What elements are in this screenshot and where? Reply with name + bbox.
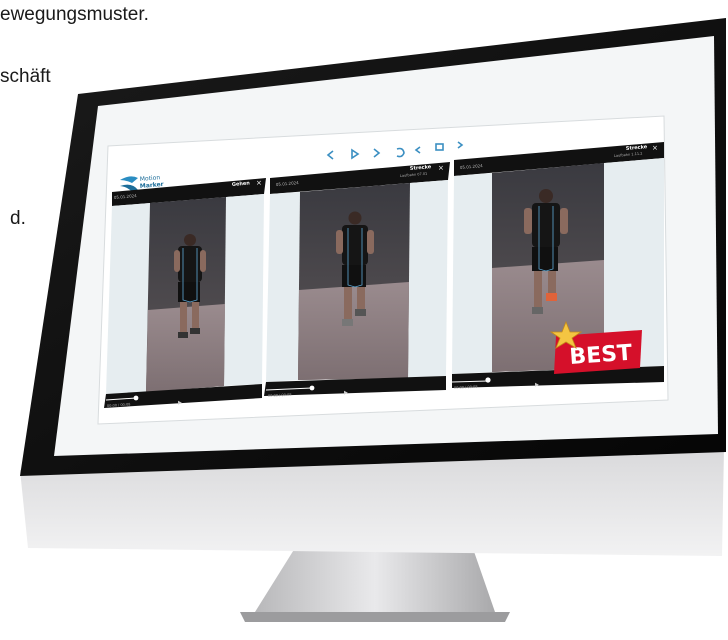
scrubber-handle[interactable] <box>309 385 315 391</box>
imac-mockup: Motion Marker 05.01.2024 Gehen × ▶ 00:00 <box>0 0 728 640</box>
close-icon[interactable]: × <box>256 179 262 187</box>
scrubber-handle[interactable] <box>133 395 139 401</box>
best-badge-label: BEST <box>569 341 633 370</box>
video-panel-2[interactable]: 05.01.2024 Strecke Laufbahn 07.01 × ▶ 00… <box>264 162 450 398</box>
scrubber-handle[interactable] <box>485 377 491 383</box>
play-icon[interactable]: ▶ <box>344 390 348 396</box>
close-icon[interactable]: × <box>652 144 658 152</box>
play-icon[interactable]: ▶ <box>178 400 182 406</box>
close-icon[interactable]: × <box>438 164 444 172</box>
video-panel-1[interactable]: 05.01.2024 Gehen × ▶ 00:00 / 00:08 <box>104 178 266 408</box>
play-icon[interactable]: ▶ <box>535 382 539 388</box>
